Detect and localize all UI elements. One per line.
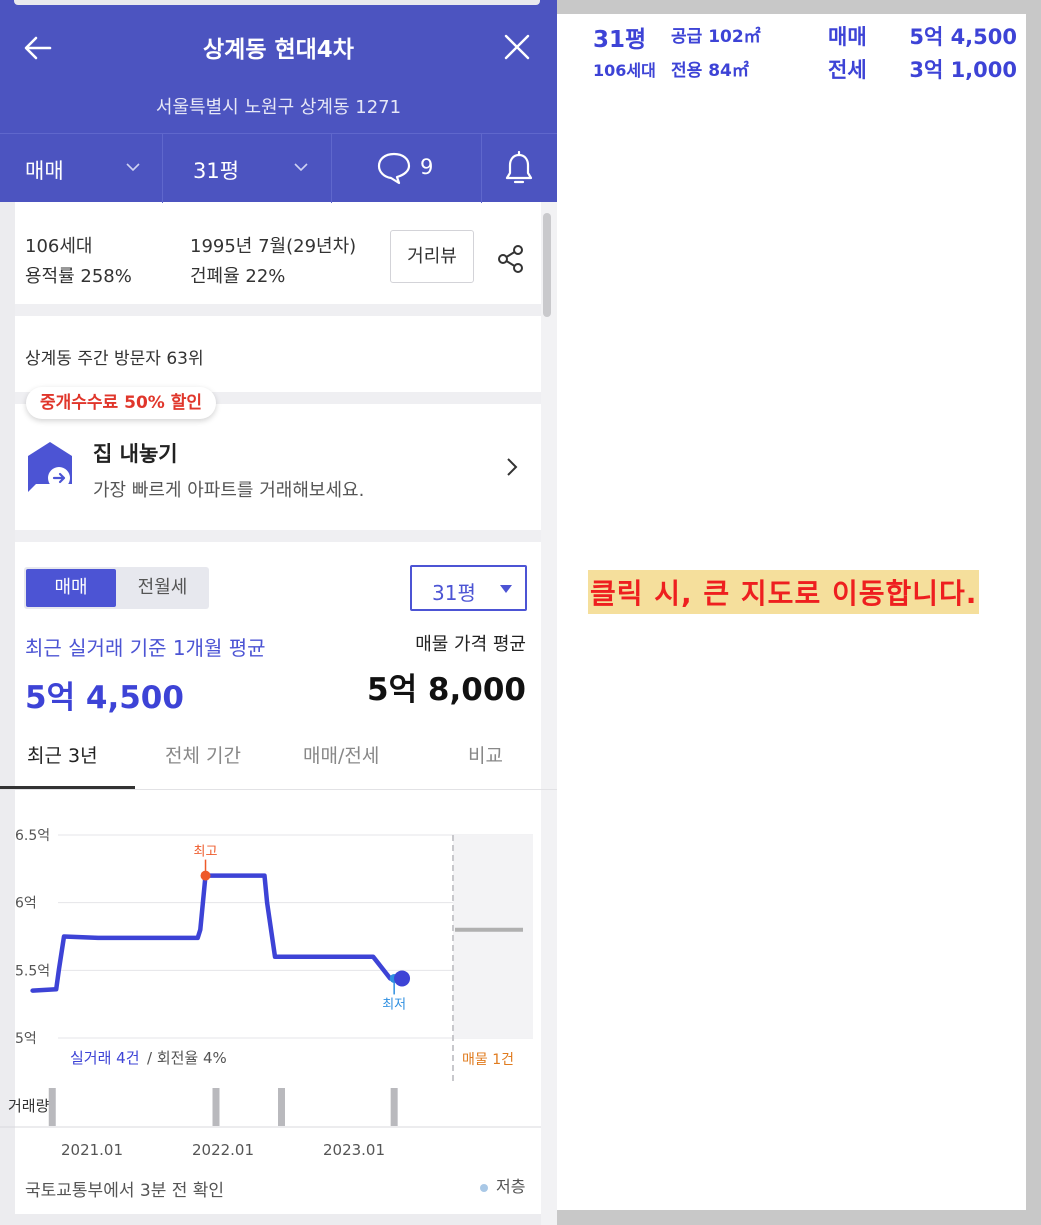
notification-button[interactable]	[482, 134, 557, 203]
size-dropdown[interactable]: 31평	[163, 134, 332, 203]
complex-title: 상계동 현대4차	[203, 37, 354, 63]
summary-exclusive-area: 전용 84㎡	[671, 61, 749, 81]
tab-sale-jeonse[interactable]: 매매/전세	[303, 741, 379, 768]
tab-compare[interactable]: 비교	[468, 741, 503, 768]
complex-address: 서울특별시 노원구 상계동 1271	[155, 97, 402, 118]
building-coverage: 건폐율 22%	[190, 266, 286, 287]
back-arrow-icon[interactable]	[22, 32, 54, 64]
section-divider	[15, 304, 541, 316]
chevron-down-icon	[294, 163, 308, 172]
scrollbar-thumb[interactable]	[543, 213, 551, 317]
caret-down-icon	[500, 585, 512, 593]
summary-size: 31평	[593, 27, 647, 53]
price-chart[interactable]: 6.5억 6억 5.5억 5억 최고 최저 실거래 4건 / 회전율 4% 매물 1건…	[0, 800, 557, 1180]
chevron-down-icon	[126, 163, 140, 172]
comments-button[interactable]: 9	[332, 134, 482, 203]
trade-toggle: 매매 전월세	[24, 567, 209, 609]
toggle-sale-button[interactable]: 매매	[26, 569, 116, 607]
summary-households: 106세대	[593, 61, 656, 80]
commission-discount-badge: 중개수수료 50% 할인	[26, 387, 217, 419]
map-click-hint: 클릭 시, 큰 지도로 이동합니다.	[588, 570, 980, 614]
size-label: 31평	[193, 159, 240, 183]
sell-house-subtitle: 가장 빠르게 아파트를 거래해보세요.	[93, 480, 365, 501]
y-axis-ticks: 6.5억 6억 5.5억 5억	[15, 828, 50, 1047]
y-tick-label: 5.5억	[15, 963, 50, 979]
y-tick-label: 5억	[15, 1031, 37, 1047]
complex-detail-panel: 상계동 현대4차 서울특별시 노원구 상계동 1271 매매 31평 9 106…	[0, 0, 557, 1225]
section-divider	[15, 530, 541, 542]
summary-sale-value: 5억 4,500	[909, 25, 1017, 49]
map-preview-panel[interactable]: 31평 106세대 공급 102㎡ 전용 84㎡ 매매 전세 5억 4,500 …	[557, 14, 1026, 1210]
high-point-marker	[200, 870, 211, 881]
bell-icon	[505, 151, 533, 184]
y-tick-label: 6.5억	[15, 828, 50, 844]
x-axis-ticks: 2021.01 2022.01 2023.01	[61, 1141, 385, 1159]
listing-count-label: 매물 1건	[462, 1052, 514, 1068]
trade-count-label: 실거래 4건	[70, 1049, 140, 1067]
toggle-rent-button[interactable]: 전월세	[118, 569, 207, 607]
close-icon[interactable]	[502, 32, 532, 62]
x-tick-label: 2022.01	[192, 1141, 254, 1159]
sell-house-title: 집 내놓기	[93, 442, 178, 466]
tab-bar-divider	[0, 789, 557, 790]
summary-supply-area: 공급 102㎡	[671, 27, 761, 47]
section-divider	[15, 1214, 541, 1225]
price-trend-line	[30, 873, 405, 993]
floor-area-ratio: 용적률 258%	[25, 266, 132, 287]
household-count: 106세대	[25, 236, 93, 257]
recent-average-label: 최근 실거래 기준 1개월 평균	[25, 636, 266, 660]
summary-jeonse-value: 3억 1,000	[909, 58, 1017, 82]
tab-recent-3-years[interactable]: 최근 3년	[27, 741, 98, 768]
listing-average-price: 5억 8,000	[367, 672, 526, 708]
tab-all-period[interactable]: 전체 기간	[165, 741, 241, 768]
street-view-button[interactable]: 거리뷰	[390, 230, 474, 283]
trade-type-label: 매매	[25, 159, 64, 183]
low-floor-label: 저층	[496, 1177, 526, 1196]
built-date: 1995년 7월(29년차)	[190, 236, 357, 257]
volume-label: 거래량	[8, 1097, 50, 1115]
listing-average-label: 매물 가격 평균	[415, 634, 526, 655]
header-filter-bar: 매매 31평 9	[0, 133, 557, 203]
volume-bar	[278, 1088, 285, 1126]
volume-bar	[390, 1088, 398, 1126]
weekly-visitor-rank: 상계동 주간 방문자 63위	[25, 349, 204, 369]
x-tick-label: 2023.01	[323, 1141, 385, 1159]
size-select-label: 31평	[432, 581, 476, 605]
comment-count: 9	[420, 155, 434, 179]
volume-bars	[48, 1088, 398, 1126]
size-select[interactable]: 31평	[410, 565, 527, 611]
turnover-label: / 회전율 4%	[147, 1049, 227, 1067]
volume-bar	[212, 1088, 220, 1126]
y-tick-label: 6억	[15, 896, 37, 912]
low-label: 최저	[382, 997, 406, 1012]
data-source-confirm: 국토교통부에서 3분 전 확인	[25, 1181, 225, 1201]
current-point-marker	[394, 970, 411, 987]
chevron-right-icon	[507, 458, 518, 476]
summary-sale-label: 매매	[828, 25, 867, 49]
summary-jeonse-label: 전세	[828, 58, 867, 82]
recent-average-price: 5억 4,500	[25, 680, 184, 716]
share-icon[interactable]	[496, 244, 526, 274]
trade-type-dropdown[interactable]: 매매	[0, 134, 163, 203]
low-floor-legend: 저층	[480, 1173, 525, 1197]
header-top-bar	[14, 0, 540, 5]
panel-header: 상계동 현대4차 서울특별시 노원구 상계동 1271 매매 31평 9	[0, 0, 557, 203]
low-floor-dot	[480, 1183, 488, 1192]
listing-area-background	[453, 835, 533, 1038]
volume-bar	[48, 1088, 56, 1126]
speech-bubble-icon	[377, 152, 411, 185]
x-tick-label: 2021.01	[61, 1141, 123, 1159]
house-sell-icon	[28, 442, 72, 492]
high-label: 최고	[194, 845, 218, 860]
